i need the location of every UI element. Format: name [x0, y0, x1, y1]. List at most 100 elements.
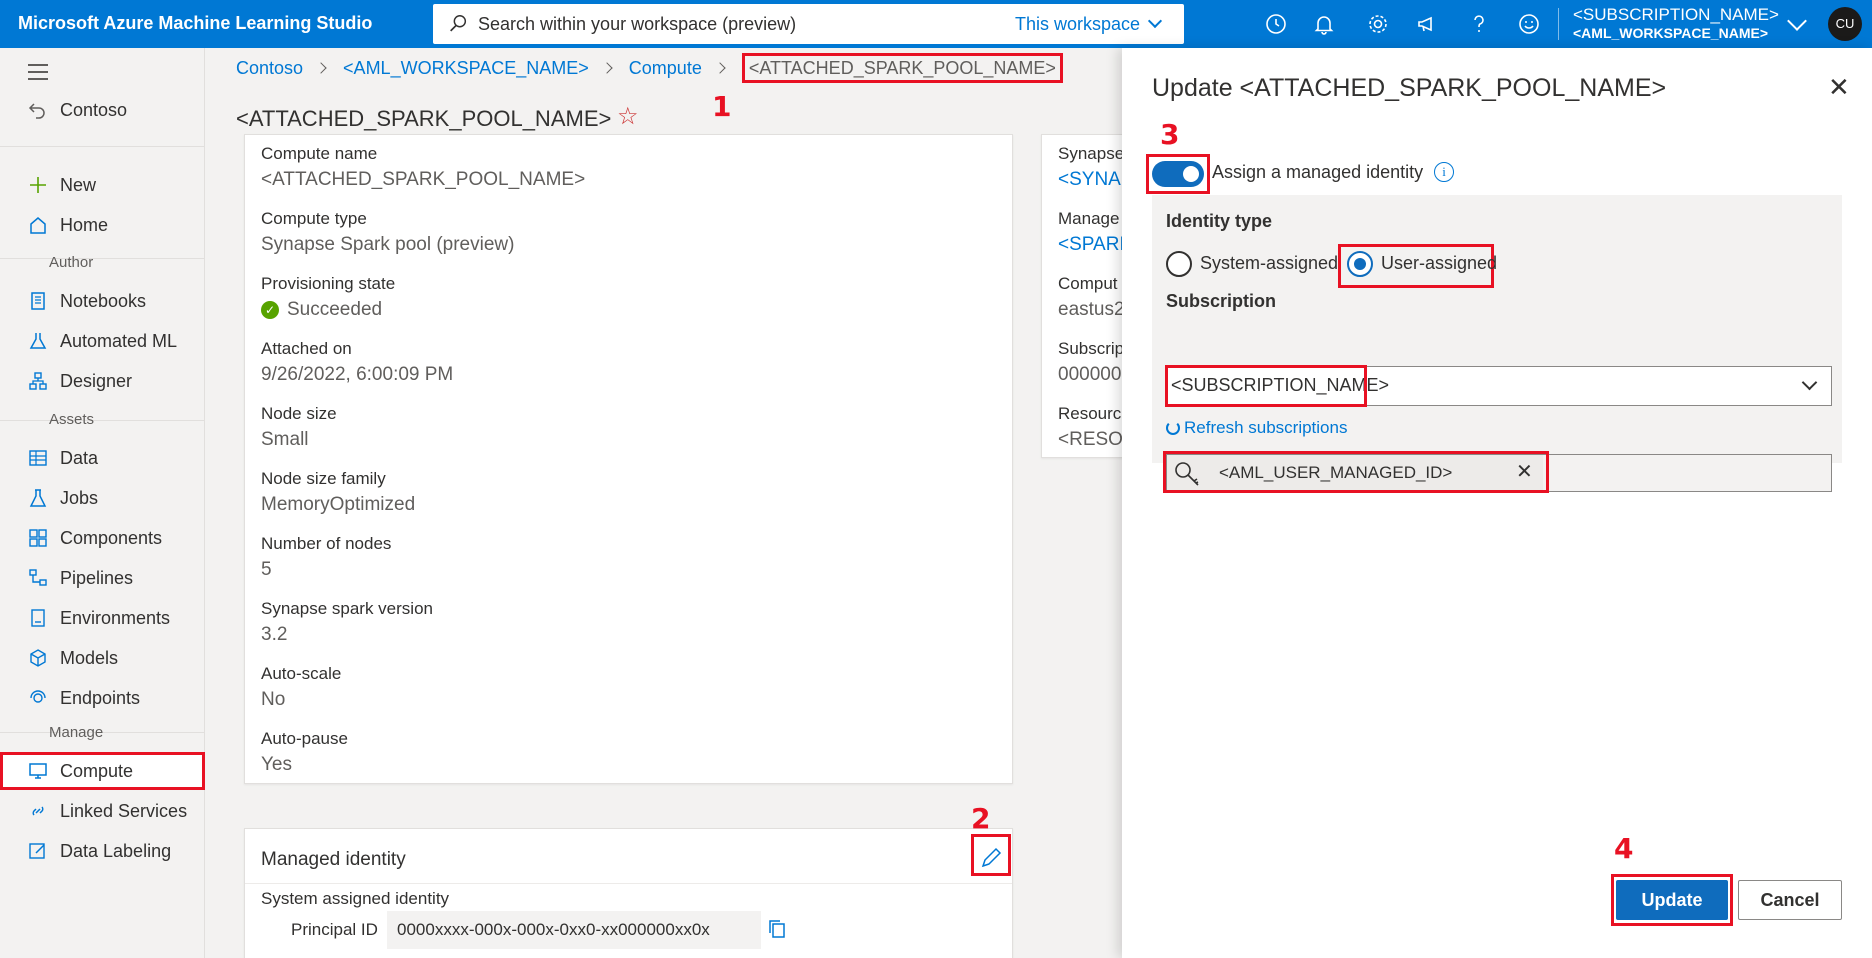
chevron-down-icon — [1801, 374, 1818, 391]
sidebar-item-label: Models — [60, 648, 119, 668]
annotation-number: 2 — [971, 802, 991, 835]
avatar[interactable]: CU — [1828, 7, 1862, 41]
subscription-name: <SUBSCRIPTION_NAME> — [1573, 5, 1779, 24]
update-panel: Update <ATTACHED_SPARK_POOL_NAME> ✕ 3 As… — [1122, 48, 1872, 958]
search-box[interactable]: Search within your workspace (preview) T… — [433, 4, 1184, 44]
sidebar-item-label: Compute — [60, 761, 134, 781]
panel-title: Update <ATTACHED_SPARK_POOL_NAME> — [1152, 74, 1667, 102]
sidebar-item-pipelines[interactable]: Pipelines — [0, 559, 205, 597]
field-label: Node size family — [261, 469, 386, 488]
sidebar-item-designer[interactable]: Designer — [0, 362, 205, 400]
update-button[interactable]: Update — [1616, 880, 1728, 920]
divider — [0, 420, 205, 421]
sidebar-item-back[interactable]: Contoso — [0, 91, 205, 129]
sidebar-item-label: Designer — [60, 371, 133, 391]
field-value: No — [261, 689, 286, 710]
cube-icon — [30, 649, 46, 667]
sidebar-item-notebooks[interactable]: Notebooks — [0, 282, 205, 320]
field-value: <ATTACHED_SPARK_POOL_NAME> — [261, 169, 586, 190]
sidebar-item-data-labeling[interactable]: Data Labeling — [0, 832, 205, 870]
sidebar-item-environments[interactable]: Environments — [0, 599, 205, 637]
flask-icon — [29, 489, 47, 507]
page-title: <ATTACHED_SPARK_POOL_NAME> — [236, 106, 612, 131]
sidebar-item-automated-ml[interactable]: Automated ML — [0, 322, 205, 360]
highlight-box — [1163, 451, 1549, 493]
sidebar-item-label: Notebooks — [60, 291, 147, 311]
clock-icon[interactable] — [1264, 12, 1288, 36]
radio-user-assigned[interactable] — [1347, 251, 1373, 277]
endpoint-icon — [30, 690, 46, 703]
field-label: Attached on — [261, 339, 352, 358]
section-assets: Assets — [49, 411, 95, 428]
field-label: Synapse — [1058, 144, 1125, 163]
sidebar-item-components[interactable]: Components — [0, 519, 205, 557]
sidebar-item-compute[interactable]: Compute — [0, 752, 205, 790]
search-input[interactable]: Search within your workspace (preview) — [478, 14, 796, 35]
home-icon — [30, 217, 46, 234]
field-value-link[interactable]: <SYNA — [1058, 169, 1121, 191]
managed-identity-toggle[interactable] — [1152, 161, 1204, 187]
sidebar-item-home[interactable]: Home — [0, 206, 205, 244]
automated-ml-icon — [29, 333, 47, 349]
breadcrumb-item[interactable]: Contoso — [236, 58, 303, 78]
annotation-number: 1 — [712, 90, 732, 123]
megaphone-icon[interactable] — [1415, 12, 1439, 36]
sidebar-item-endpoints[interactable]: Endpoints — [0, 679, 205, 717]
sidebar-item-jobs[interactable]: Jobs — [0, 479, 205, 517]
field-label: Compute name — [261, 144, 378, 163]
account-switcher[interactable]: <SUBSCRIPTION_NAME> <AML_WORKSPACE_NAME> — [1573, 5, 1779, 43]
field-label: Compute type — [261, 209, 367, 228]
pencil-icon[interactable] — [978, 845, 1004, 871]
radio-system-assigned[interactable] — [1166, 251, 1192, 277]
copy-icon[interactable] — [766, 918, 788, 940]
field-label: Identity type — [1166, 211, 1273, 231]
pipeline-icon — [29, 569, 47, 586]
field-label: System assigned identity — [261, 889, 450, 908]
hamburger-menu-icon[interactable] — [28, 64, 48, 85]
breadcrumb-current: <ATTACHED_SPARK_POOL_NAME> — [741, 53, 1063, 83]
field-value: Small — [261, 429, 309, 450]
field-value: MemoryOptimized — [261, 494, 416, 515]
refresh-subscriptions-link[interactable]: Refresh subscriptions — [1166, 418, 1347, 438]
field-value: Yes — [261, 754, 292, 775]
field-label: Provisioning state — [261, 274, 396, 293]
status-value: ✓ Succeeded — [261, 299, 382, 321]
identity-section: Identity type System-assigned User-assig… — [1152, 195, 1842, 493]
sidebar-item-label: New — [60, 175, 97, 195]
sidebar-item-label: Data Labeling — [60, 841, 172, 861]
chevron-right-icon — [601, 62, 613, 74]
sidebar-item-label: Home — [60, 215, 109, 235]
monitor-icon — [29, 763, 47, 779]
close-icon[interactable]: ✕ — [1828, 72, 1850, 103]
chevron-down-icon[interactable] — [1787, 11, 1807, 31]
notebook-icon — [31, 292, 45, 310]
sidebar-item-label: Jobs — [60, 488, 99, 508]
bell-icon[interactable] — [1312, 12, 1336, 36]
sidebar-item-label: Components — [60, 528, 163, 548]
help-icon[interactable] — [1467, 12, 1491, 36]
field-label: Subscription — [1166, 291, 1277, 311]
status-text: Succeeded — [287, 299, 383, 320]
sidebar: Contoso New Home Author Notebooks Automa… — [0, 48, 205, 958]
star-icon[interactable]: ☆ — [617, 102, 639, 131]
breadcrumb-item[interactable]: Compute — [629, 58, 702, 78]
field-value-link[interactable]: <SPARI — [1058, 234, 1125, 256]
field-label: Comput — [1058, 274, 1118, 293]
app-title[interactable]: Microsoft Azure Machine Learning Studio — [18, 13, 372, 34]
sidebar-item-linked-services[interactable]: Linked Services — [0, 792, 205, 830]
refresh-icon — [1166, 421, 1180, 435]
gear-icon[interactable] — [1366, 12, 1390, 36]
field-label: Principal ID — [291, 920, 378, 939]
info-icon[interactable]: i — [1434, 162, 1454, 182]
sidebar-item-models[interactable]: Models — [0, 639, 205, 677]
breadcrumb-item[interactable]: <AML_WORKSPACE_NAME> — [343, 58, 589, 78]
smiley-icon[interactable] — [1517, 12, 1541, 36]
section-manage: Manage — [49, 724, 104, 741]
cancel-button[interactable]: Cancel — [1738, 880, 1842, 920]
data-icon — [29, 450, 47, 466]
field-label: Subscrip — [1058, 339, 1125, 358]
search-scope-dropdown[interactable]: This workspace — [1015, 13, 1163, 35]
sidebar-item-data[interactable]: Data — [0, 439, 205, 477]
sidebar-item-new[interactable]: New — [0, 166, 205, 204]
divider — [0, 258, 205, 259]
